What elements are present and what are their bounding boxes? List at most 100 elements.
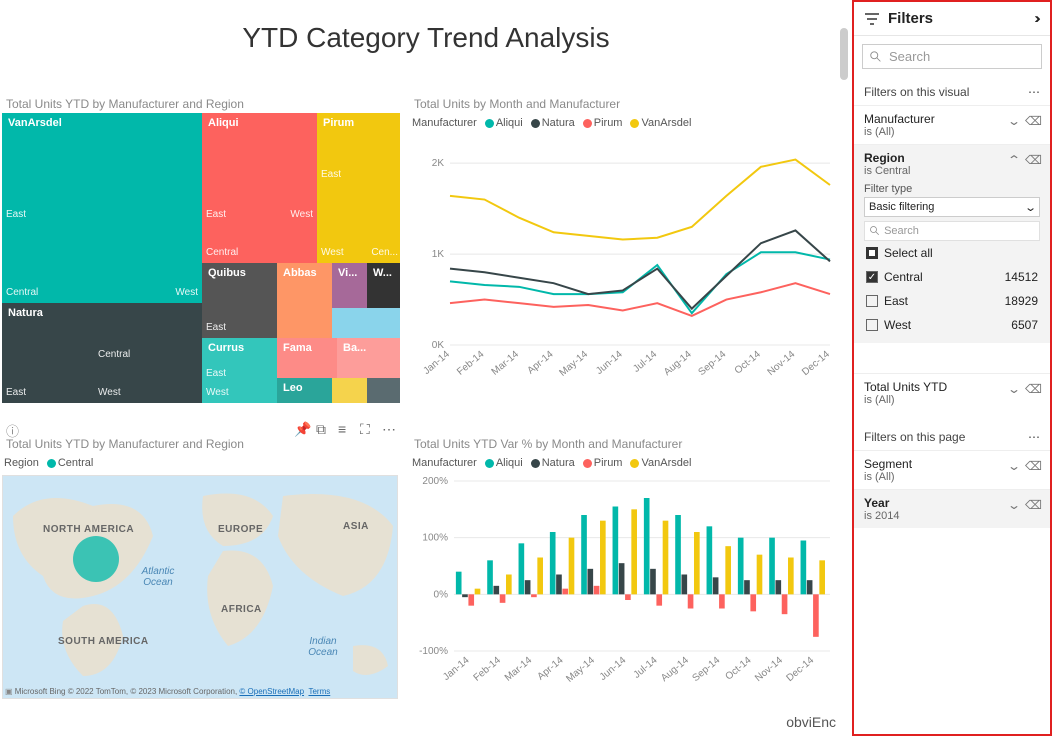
filters-search[interactable]: Search xyxy=(862,44,1042,69)
svg-text:Sep-14: Sep-14 xyxy=(690,655,722,684)
svg-text:Nov-14: Nov-14 xyxy=(766,349,798,378)
pin-icon[interactable]: 📌 xyxy=(294,421,308,435)
region-options-search[interactable]: Search xyxy=(864,221,1040,241)
svg-text:1K: 1K xyxy=(432,249,445,260)
treemap-cell-misc1[interactable] xyxy=(332,308,400,338)
svg-text:-100%: -100% xyxy=(419,646,448,657)
svg-text:Oct-14: Oct-14 xyxy=(733,349,763,377)
bar-chart-title: Total Units YTD Var % by Month and Manuf… xyxy=(410,435,840,453)
copy-icon[interactable]: ⧉ xyxy=(316,421,330,435)
clear-filter-icon[interactable]: ⌫ xyxy=(1025,498,1042,512)
treemap-cell-natura[interactable]: Natura Central East West xyxy=(2,303,202,403)
line-legend: Manufacturer Aliqui Natura Pirum VanArsd… xyxy=(410,113,840,135)
svg-text:2K: 2K xyxy=(432,158,445,169)
filters-icon xyxy=(864,11,880,27)
clear-filter-icon[interactable]: ⌫ xyxy=(1025,459,1042,473)
osm-link[interactable]: © OpenStreetMap xyxy=(239,687,304,696)
svg-text:Jan-14: Jan-14 xyxy=(421,349,452,377)
svg-text:Jul-14: Jul-14 xyxy=(631,349,659,375)
svg-text:Jan-14: Jan-14 xyxy=(441,655,472,683)
treemap-cell-fama[interactable]: Fama xyxy=(277,338,337,378)
svg-text:Sep-14: Sep-14 xyxy=(697,349,729,378)
treemap-panel[interactable]: Total Units YTD by Manufacturer and Regi… xyxy=(2,95,400,425)
treemap-cell-pirum[interactable]: Pirum East West Cen... xyxy=(317,113,400,263)
region-option-west[interactable]: West 6507 xyxy=(864,313,1040,337)
line-chart-panel[interactable]: Total Units by Month and Manufacturer Ma… xyxy=(410,95,840,425)
filter-card-segment[interactable]: Segment is (All) ⌄⌫ xyxy=(854,450,1050,489)
treemap-cell-leo[interactable]: Leo xyxy=(277,378,332,403)
svg-text:Dec-14: Dec-14 xyxy=(800,349,832,378)
clear-filter-icon[interactable]: ⌫ xyxy=(1025,114,1042,128)
treemap-cell-misc3[interactable] xyxy=(367,378,400,403)
svg-text:Aug-14: Aug-14 xyxy=(659,655,691,684)
search-icon xyxy=(869,50,883,64)
svg-text:Apr-14: Apr-14 xyxy=(536,655,566,683)
terms-link[interactable]: Terms xyxy=(308,687,330,696)
treemap-cell-misc2[interactable] xyxy=(332,378,367,403)
map-panel[interactable]: Total Units YTD by Manufacturer and Regi… xyxy=(2,435,400,715)
page-filters-header: Filters on this page xyxy=(864,430,965,444)
cell-label: VanArsdel xyxy=(8,117,62,129)
search-icon xyxy=(869,225,881,237)
filter-card-manufacturer[interactable]: Manufacturer is (All) ⌄⌫ xyxy=(854,105,1050,144)
filters-pane: Filters › Search Filters on this visual … xyxy=(852,0,1052,736)
clear-filter-icon[interactable]: ⌫ xyxy=(1025,382,1042,396)
treemap-cell-aliqui[interactable]: Aliqui East Central West xyxy=(202,113,317,263)
bar-chart-panel[interactable]: Total Units YTD Var % by Month and Manuf… xyxy=(410,435,840,715)
filter-card-region[interactable]: Region is Central ⌃⌫ Filter type Basic f… xyxy=(854,144,1050,343)
svg-text:200%: 200% xyxy=(422,476,448,487)
page-filters-more-icon[interactable]: ⋯ xyxy=(1028,430,1040,444)
bar-chart-visual[interactable]: -100% 0% 100% 200% Jan-14Feb-14Mar-14Apr-14M… xyxy=(410,475,840,705)
report-title: YTD Category Trend Analysis xyxy=(0,0,852,64)
treemap-cell-victoria[interactable]: Vi... xyxy=(332,263,367,308)
map-legend: Region Central xyxy=(2,453,400,475)
treemap-cell-w[interactable]: W... xyxy=(367,263,400,308)
svg-text:Apr-14: Apr-14 xyxy=(526,349,556,377)
chevron-down-icon[interactable]: ⌄ xyxy=(1007,498,1021,512)
visual-filters-header: Filters on this visual xyxy=(864,85,969,99)
svg-text:Feb-14: Feb-14 xyxy=(455,349,487,378)
map-bubble-central[interactable] xyxy=(73,536,119,582)
svg-text:100%: 100% xyxy=(422,533,448,544)
focus-mode-icon[interactable]: ⛶ xyxy=(360,421,374,435)
treemap-cell-abbas[interactable]: Abbas xyxy=(277,263,332,338)
svg-text:Feb-14: Feb-14 xyxy=(472,655,504,684)
filter-card-year[interactable]: Year is 2014 ⌄⌫ xyxy=(854,489,1050,528)
svg-text:May-14: May-14 xyxy=(557,349,590,379)
visual-filters-more-icon[interactable]: ⋯ xyxy=(1028,85,1040,99)
svg-text:Nov-14: Nov-14 xyxy=(753,655,785,684)
collapse-filters-icon[interactable]: › xyxy=(1034,10,1041,27)
filters-header: Filters xyxy=(888,10,933,27)
chevron-down-icon[interactable]: ⌄ xyxy=(1007,114,1021,128)
treemap-cell-barba[interactable]: Ba... xyxy=(337,338,400,378)
svg-text:0%: 0% xyxy=(434,589,449,600)
filter-icon[interactable]: ≡ xyxy=(338,421,352,435)
svg-text:0K: 0K xyxy=(432,340,445,351)
treemap-cell-quibus[interactable]: Quibus East xyxy=(202,263,277,338)
svg-text:Dec-14: Dec-14 xyxy=(784,655,816,684)
treemap-visual[interactable]: VanArsdel East Central West Aliqui East … xyxy=(2,113,400,413)
chevron-up-icon[interactable]: ⌃ xyxy=(1007,153,1021,167)
line-chart-visual[interactable]: 0K1K2KJan-14Feb-14Mar-14Apr-14May-14Jun-… xyxy=(410,135,840,415)
map-visual[interactable]: NORTH AMERICA EUROPE ASIA AFRICA SOUTH A… xyxy=(2,475,398,699)
map-attribution: ▣ Microsoft Bing © 2022 TomTom, © 2023 M… xyxy=(5,687,395,696)
chevron-down-icon[interactable]: ⌄ xyxy=(1007,459,1021,473)
svg-text:Mar-14: Mar-14 xyxy=(503,655,535,684)
svg-text:Jul-14: Jul-14 xyxy=(632,655,660,681)
region-option-central[interactable]: ✓Central 14512 xyxy=(864,265,1040,289)
line-chart-title: Total Units by Month and Manufacturer xyxy=(410,95,840,113)
treemap-cell-vanarsdel[interactable]: VanArsdel East Central West xyxy=(2,113,202,303)
svg-text:May-14: May-14 xyxy=(564,655,597,685)
region-option-east[interactable]: East 18929 xyxy=(864,289,1040,313)
clear-filter-icon[interactable]: ⌫ xyxy=(1025,153,1042,167)
visual-toolbar: 📌 ⧉ ≡ ⛶ ⋯ xyxy=(294,421,396,435)
more-options-icon[interactable]: ⋯ xyxy=(382,421,396,435)
svg-text:Jun-14: Jun-14 xyxy=(594,349,625,377)
report-scroll-thumb[interactable] xyxy=(840,28,848,80)
filter-type-select[interactable]: Basic filtering ⌄ xyxy=(864,197,1040,217)
filter-card-total-units[interactable]: Total Units YTD is (All) ⌄⌫ xyxy=(854,373,1050,412)
chevron-down-icon[interactable]: ⌄ xyxy=(1007,382,1021,396)
watermark: obviEnc xyxy=(786,714,836,730)
treemap-cell-currus[interactable]: Currus East West xyxy=(202,338,277,403)
select-all-option[interactable]: Select all xyxy=(864,241,1040,265)
